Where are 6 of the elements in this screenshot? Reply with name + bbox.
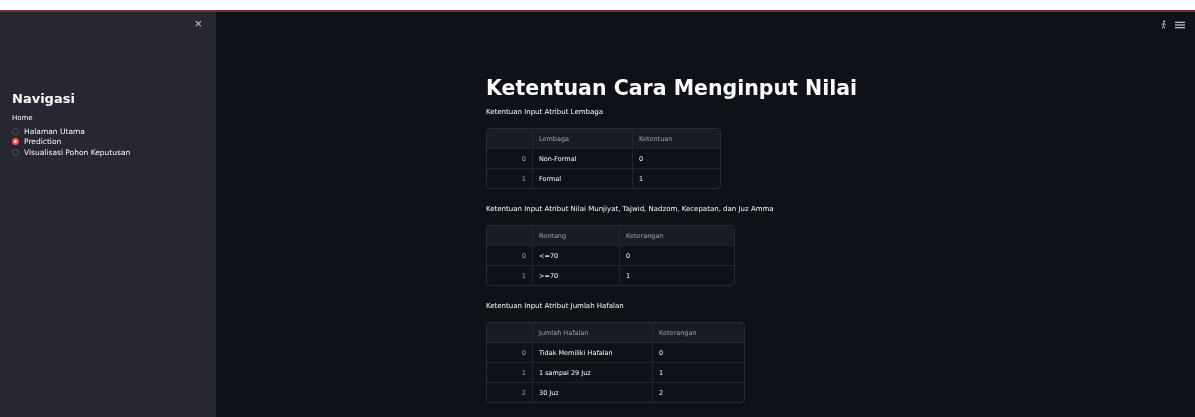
sidebar-title: Navigasi [12, 91, 76, 106]
menu-icon[interactable] [1175, 20, 1185, 30]
page-title: Ketentuan Cara Menginput Nilai [486, 76, 859, 100]
close-button[interactable]: × [192, 16, 204, 31]
running-figure-icon[interactable] [1160, 20, 1167, 30]
radio-button[interactable] [12, 138, 19, 146]
